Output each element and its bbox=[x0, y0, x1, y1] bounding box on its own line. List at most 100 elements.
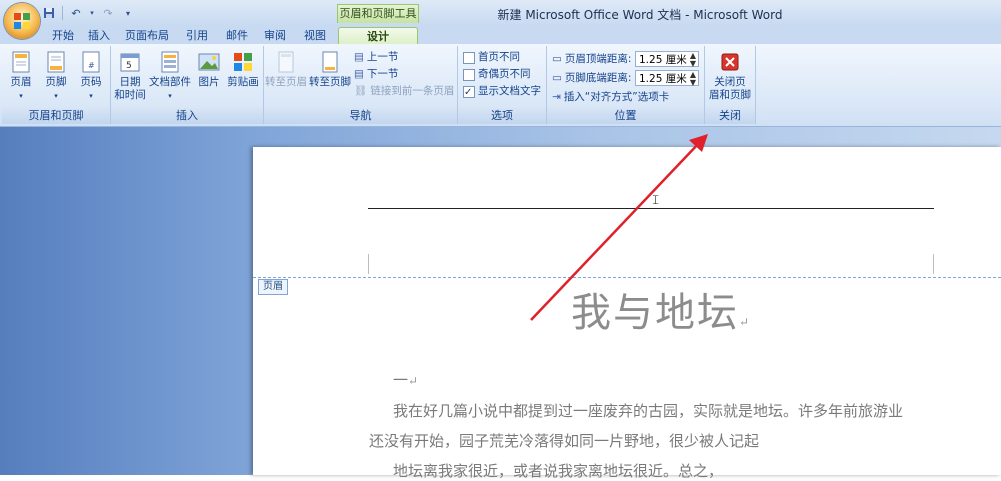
ribbon: 页眉 ▾ 页脚 ▾ # 页码 ▾ 页眉和页脚 5 日期 和时间 文档部件 ▾ 图… bbox=[0, 44, 1001, 127]
different-odd-even-checkbox[interactable]: 奇偶页不同 bbox=[463, 66, 531, 83]
header-area-tag: 页眉 bbox=[258, 279, 288, 295]
svg-text:5: 5 bbox=[126, 61, 132, 71]
tab-references[interactable]: 引用 bbox=[180, 27, 214, 44]
checkbox-checked-icon bbox=[463, 84, 475, 101]
quick-parts-icon bbox=[161, 51, 179, 73]
quick-parts-button[interactable]: 文档部件 ▾ bbox=[147, 50, 193, 103]
alignment-tab-icon: ⇥ bbox=[552, 91, 561, 103]
link-icon: ⛓ bbox=[354, 85, 368, 97]
group-label-position: 位置 bbox=[547, 108, 704, 124]
header-boundary-line bbox=[253, 277, 1001, 278]
calendar-icon: 5 bbox=[120, 53, 140, 72]
goto-header-icon bbox=[278, 51, 294, 73]
header-icon bbox=[12, 51, 30, 73]
group-header-footer: 页眉 ▾ 页脚 ▾ # 页码 ▾ 页眉和页脚 bbox=[2, 46, 111, 124]
tab-page-layout[interactable]: 页面布局 bbox=[120, 27, 174, 44]
tab-design[interactable]: 设计 bbox=[338, 27, 418, 45]
paragraph-mark: ↵ bbox=[408, 374, 419, 388]
clip-art-label: 剪贴画 bbox=[227, 76, 259, 88]
office-button[interactable] bbox=[4, 3, 40, 39]
chevron-down-icon: ▾ bbox=[54, 92, 58, 100]
redo-icon[interactable]: ↷ bbox=[101, 6, 115, 20]
footer-position-icon: ▭ bbox=[552, 72, 562, 84]
header-from-top-input[interactable]: 1.25 厘米 ▲ ▼ bbox=[635, 51, 699, 68]
chevron-down-icon: ▾ bbox=[19, 92, 23, 100]
picture-icon bbox=[198, 53, 220, 71]
previous-section-button[interactable]: ▤ 上一节 bbox=[354, 49, 398, 66]
paragraph-mark: ↵ bbox=[739, 315, 752, 329]
goto-footer-button[interactable]: 转至页脚 bbox=[308, 50, 352, 89]
footer-button[interactable]: 页脚 ▾ bbox=[39, 50, 73, 103]
group-label-navigation: 导航 bbox=[264, 108, 457, 124]
tab-insert[interactable]: 插入 bbox=[82, 27, 116, 44]
group-options: 首页不同 奇偶页不同 显示文档文字 选项 bbox=[458, 46, 547, 124]
clip-art-icon bbox=[234, 53, 252, 71]
footer-label: 页脚 bbox=[45, 76, 67, 88]
document-title[interactable]: 我与地坛↵ bbox=[571, 280, 751, 338]
close-label-1: 关闭页 bbox=[714, 76, 746, 88]
date-time-label-2: 和时间 bbox=[114, 89, 146, 101]
footer-from-bottom-value: 1.25 厘米 bbox=[639, 73, 687, 85]
group-label-insert: 插入 bbox=[111, 108, 263, 124]
section-number[interactable]: 一↵ bbox=[393, 369, 418, 390]
blur-overlay bbox=[760, 420, 1001, 475]
header-label: 页眉 bbox=[10, 76, 32, 88]
undo-dropdown-icon[interactable]: ▾ bbox=[89, 6, 95, 20]
customize-toolbar-icon[interactable]: ▾ bbox=[121, 6, 135, 20]
next-section-button[interactable]: ▤ 下一节 bbox=[354, 66, 398, 83]
footer-from-bottom-label: 页脚底端距离: bbox=[564, 72, 632, 84]
body-line-3[interactable]: 地坛离我家很近，或者说我家离地坛很近。总之， bbox=[393, 460, 723, 481]
next-section-label: 下一节 bbox=[366, 68, 399, 80]
close-icon bbox=[721, 53, 739, 71]
goto-header-label: 转至页眉 bbox=[265, 76, 307, 88]
tab-home[interactable]: 开始 bbox=[46, 27, 80, 44]
group-insert: 5 日期 和时间 文档部件 ▾ 图片 剪贴画 插入 bbox=[111, 46, 264, 124]
quick-access-toolbar: ↶ ▾ ↷ ▾ bbox=[42, 4, 135, 22]
different-odd-even-label: 奇偶页不同 bbox=[478, 68, 531, 80]
body-line-2[interactable]: 还没有开始，园子荒芜冷落得如同一片野地，很少被人记起 bbox=[369, 430, 759, 451]
picture-label: 图片 bbox=[198, 76, 220, 88]
header-border-line bbox=[368, 208, 934, 209]
close-label-2: 眉和页脚 bbox=[709, 89, 751, 101]
spin-arrows-icon[interactable]: ▲ ▼ bbox=[690, 52, 696, 68]
tab-review[interactable]: 审阅 bbox=[258, 27, 292, 44]
insert-align-tab-label: 插入“对齐方式”选项卡 bbox=[563, 91, 670, 103]
group-label-close: 关闭 bbox=[705, 108, 755, 124]
link-previous-button[interactable]: ⛓ 链接到前一条页眉 bbox=[354, 83, 454, 100]
window-title: 新建 Microsoft Office Word 文档 - Microsoft … bbox=[497, 8, 783, 22]
different-first-label: 首页不同 bbox=[478, 51, 520, 63]
separator bbox=[62, 6, 63, 20]
undo-icon[interactable]: ↶ bbox=[69, 6, 83, 20]
footer-icon bbox=[47, 51, 65, 73]
show-doc-text-label: 显示文档文字 bbox=[478, 85, 541, 97]
page-number-button[interactable]: # 页码 ▾ bbox=[74, 50, 108, 103]
margin-corner-right bbox=[933, 254, 934, 274]
clip-art-button[interactable]: 剪贴画 bbox=[225, 50, 261, 89]
page-number-label: 页码 bbox=[80, 76, 102, 88]
goto-footer-icon bbox=[322, 51, 338, 73]
tab-view[interactable]: 视图 bbox=[298, 27, 332, 44]
ibeam-cursor-icon: 𝙸 bbox=[651, 193, 661, 208]
ribbon-tabs: 开始 插入 页面布局 引用 邮件 审阅 视图 设计 bbox=[0, 26, 1001, 45]
chevron-down-icon: ▾ bbox=[89, 92, 93, 100]
close-header-footer-button[interactable]: 关闭页 眉和页脚 bbox=[707, 50, 753, 102]
document-title-text: 我与地坛 bbox=[571, 290, 739, 336]
show-document-text-checkbox[interactable]: 显示文档文字 bbox=[463, 83, 541, 101]
previous-section-icon: ▤ bbox=[354, 51, 364, 63]
different-first-page-checkbox[interactable]: 首页不同 bbox=[463, 49, 520, 66]
link-previous-label: 链接到前一条页眉 bbox=[370, 85, 455, 97]
insert-alignment-tab-button[interactable]: ⇥ 插入“对齐方式”选项卡 bbox=[552, 89, 669, 106]
tab-mailings[interactable]: 邮件 bbox=[220, 27, 254, 44]
header-button[interactable]: 页眉 ▾ bbox=[4, 50, 38, 103]
body-line-1[interactable]: 我在好几篇小说中都提到过一座废弃的古园，实际就是地坛。许多年前旅游业 bbox=[393, 400, 903, 421]
goto-header-button[interactable]: 转至页眉 bbox=[264, 50, 308, 89]
title-bar: ↶ ▾ ↷ ▾ 页眉和页脚工具 新建 Microsoft Office Word… bbox=[0, 0, 1001, 39]
save-icon[interactable] bbox=[42, 6, 56, 20]
spin-arrows-icon[interactable]: ▲ ▼ bbox=[690, 71, 696, 87]
context-tool-title: 页眉和页脚工具 bbox=[337, 4, 419, 23]
margin-corner-left bbox=[368, 254, 369, 274]
footer-from-bottom-input[interactable]: 1.25 厘米 ▲ ▼ bbox=[635, 70, 699, 87]
picture-button[interactable]: 图片 bbox=[193, 50, 225, 89]
next-section-icon: ▤ bbox=[354, 68, 364, 80]
date-time-button[interactable]: 5 日期 和时间 bbox=[113, 50, 147, 102]
